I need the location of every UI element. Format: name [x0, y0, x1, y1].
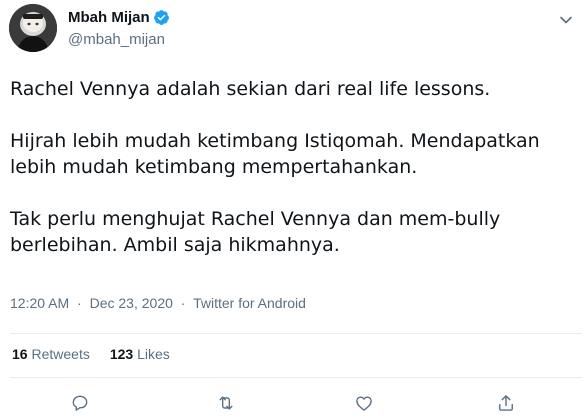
tweet-card: Mbah Mijan @mbah_mijan Rachel Vennya ada… [0, 0, 586, 420]
retweets-count: 16 [12, 346, 28, 362]
meta-separator: · [77, 295, 82, 311]
verified-badge-icon [153, 9, 170, 26]
reply-icon [72, 395, 88, 411]
retweet-icon [219, 396, 233, 410]
avatar[interactable] [9, 4, 57, 52]
like-button[interactable] [350, 390, 378, 416]
user-handle[interactable]: @mbah_mijan [68, 31, 165, 48]
avatar-photo [9, 4, 57, 52]
retweet-button[interactable] [212, 390, 240, 416]
retweets-stat[interactable]: 16 Retweets [12, 346, 90, 362]
tweet-meta: 12:20 AM · Dec 23, 2020 · Twitter for An… [10, 295, 306, 311]
tweet-paragraph: Rachel Vennya adalah sekian dari real li… [10, 78, 491, 100]
tweet-source[interactable]: Twitter for Android [193, 295, 306, 311]
action-bar [0, 386, 586, 420]
tweet-stats: 16 Retweets 123 Likes [12, 346, 170, 362]
divider [10, 333, 582, 334]
display-name-text[interactable]: Mbah Mijan [68, 9, 150, 26]
tweet-paragraph: Hijrah lebih mudah ketimbang Istiqomah. … [10, 130, 540, 178]
divider [10, 377, 582, 378]
share-button[interactable] [492, 390, 520, 416]
tweet-text: Rachel Vennya adalah sekian dari real li… [10, 76, 582, 258]
retweets-label: Retweets [31, 346, 90, 362]
likes-stat[interactable]: 123 Likes [110, 346, 170, 362]
more-options-button[interactable] [552, 10, 580, 30]
like-icon [356, 396, 372, 411]
chevron-down-icon [560, 16, 572, 24]
likes-count: 123 [109, 346, 134, 362]
meta-separator: · [180, 295, 186, 311]
tweet-date[interactable]: Dec 23, 2020 [90, 295, 173, 311]
likes-label: Likes [137, 346, 170, 362]
reply-button[interactable] [66, 390, 94, 416]
tweet-paragraph: Tak perlu menghujat Rachel Vennya dan me… [10, 208, 501, 256]
display-name[interactable]: Mbah Mijan [68, 9, 170, 26]
share-icon [499, 395, 513, 411]
tweet-time[interactable]: 12:20 AM [10, 295, 69, 311]
